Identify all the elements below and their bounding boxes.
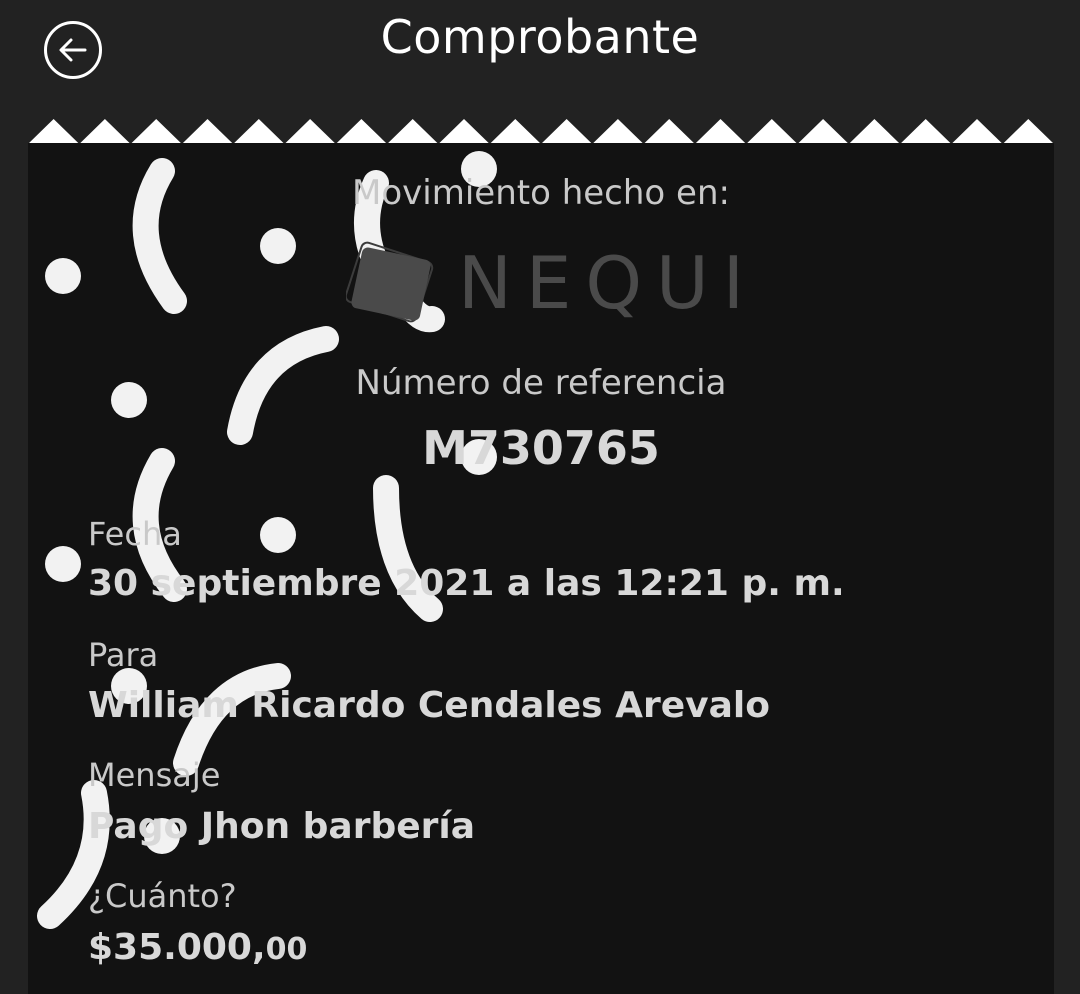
receipt-card: Movimiento hecho en: NEQUI Número de ref… xyxy=(28,143,1054,994)
page-title: Comprobante xyxy=(380,10,700,64)
recipient-value: William Ricardo Cendales Arevalo xyxy=(88,685,770,726)
header: Comprobante xyxy=(0,0,1080,118)
receipt-zigzag-edge xyxy=(28,119,1054,144)
amount-value: $35.000,00 xyxy=(88,927,307,968)
amount-cents: 00 xyxy=(265,932,308,967)
amount-label: ¿Cuánto? xyxy=(88,877,237,915)
date-label: Fecha xyxy=(88,515,182,553)
recipient-label: Para xyxy=(88,636,159,674)
receipt-screen: Comprobante Movimiento hecho en: NEQUI N… xyxy=(0,0,1080,994)
nequi-logo: NEQUI xyxy=(346,239,746,329)
reference-value: M730765 xyxy=(422,421,660,475)
made-in-label: Movimiento hecho en: xyxy=(352,173,730,213)
reference-label: Número de referencia xyxy=(355,363,727,403)
receipt-content: Movimiento hecho en: NEQUI Número de ref… xyxy=(28,143,1054,994)
nequi-logo-mark xyxy=(346,241,434,323)
date-value: 30 septiembre 2021 a las 12:21 p. m. xyxy=(88,563,845,604)
message-label: Mensaje xyxy=(88,756,221,794)
brand-name: NEQUI xyxy=(458,241,758,325)
message-value: Pago Jhon barbería xyxy=(88,806,476,847)
amount-main: $35.000, xyxy=(88,927,266,968)
